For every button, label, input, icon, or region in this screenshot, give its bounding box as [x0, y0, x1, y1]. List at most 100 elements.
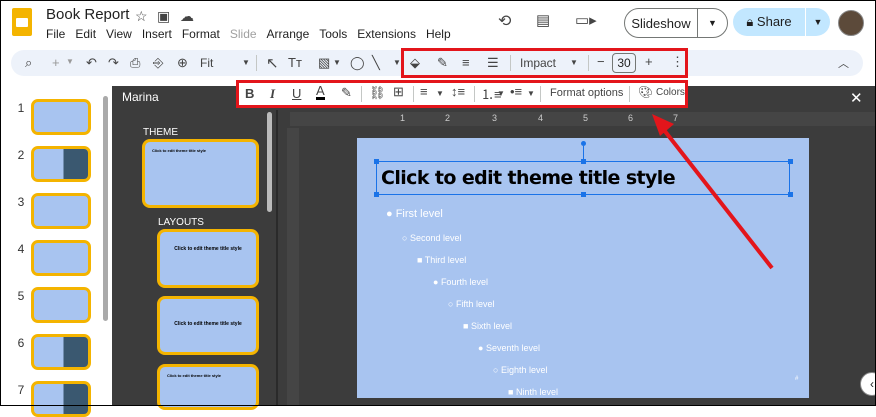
avatar[interactable]: [838, 10, 864, 36]
undo-icon[interactable]: ↶: [86, 55, 97, 71]
document-title[interactable]: Book Report: [46, 6, 129, 23]
new-slide-dropdown-icon[interactable]: ▼: [66, 57, 74, 66]
menu-file[interactable]: File: [46, 27, 65, 41]
decrease-font-size-icon[interactable]: −: [597, 54, 605, 69]
theme-master-thumbnail[interactable]: Click to edit theme title style: [142, 139, 259, 208]
slide-thumbnail[interactable]: [31, 240, 91, 276]
cloud-status-icon[interactable]: ☁: [180, 8, 194, 25]
slide-title[interactable]: Click to edit theme title style: [381, 167, 676, 189]
link-icon[interactable]: ⛓: [369, 85, 386, 101]
bullet-text: Ninth level: [515, 387, 558, 397]
image-icon[interactable]: ▧: [318, 55, 330, 71]
move-folder-icon[interactable]: ▣: [157, 8, 170, 25]
menu-slide[interactable]: Slide: [230, 27, 257, 41]
border-dash-icon[interactable]: ☰: [487, 55, 499, 71]
font-select[interactable]: Impact: [520, 56, 556, 70]
menu-arrange[interactable]: Arrange: [267, 27, 310, 41]
border-color-icon[interactable]: ✎: [437, 55, 448, 71]
slide-thumbnail[interactable]: [31, 334, 91, 370]
zoom-dropdown-icon[interactable]: ▼: [242, 58, 250, 67]
italic-icon[interactable]: I: [270, 86, 275, 102]
font-dropdown-icon[interactable]: ▼: [570, 58, 578, 67]
numbered-list-dropdown-icon[interactable]: ▼: [497, 89, 505, 98]
resize-handle[interactable]: [788, 192, 793, 197]
share-dropdown-icon[interactable]: ▼: [806, 17, 830, 27]
align-dropdown-icon[interactable]: ▼: [436, 89, 444, 98]
share-button[interactable]: 🔒︎ Share: [733, 14, 805, 30]
shape-icon[interactable]: ◯: [350, 55, 365, 71]
font-size-input[interactable]: 30: [612, 53, 636, 73]
star-icon[interactable]: ☆: [135, 8, 148, 25]
colors-button[interactable]: Colors: [656, 87, 685, 98]
slideshow-dropdown-icon[interactable]: ▼: [698, 18, 727, 28]
divider: [361, 86, 362, 102]
more-options-icon[interactable]: ⋮: [671, 54, 684, 70]
highlight-color-icon[interactable]: ✎: [341, 85, 352, 101]
rotate-line: [583, 146, 584, 160]
select-tool-icon[interactable]: ↖: [266, 54, 279, 72]
ruler-mark: 3: [492, 113, 498, 123]
menu-tools[interactable]: Tools: [319, 27, 347, 41]
search-menus-icon[interactable]: ⌕: [25, 55, 32, 71]
layout-thumbnail[interactable]: Click to edit theme title style: [157, 364, 259, 410]
layout-thumbnail[interactable]: Click to edit theme title style: [157, 229, 259, 288]
menu-view[interactable]: View: [106, 27, 132, 41]
layouts-scrollbar[interactable]: [267, 112, 272, 212]
text-box-icon[interactable]: Tт: [288, 55, 302, 70]
zoom-icon[interactable]: ⊕: [177, 55, 188, 71]
bullet-text: Third level: [424, 255, 467, 265]
divider: [588, 55, 589, 71]
slide-thumbnail[interactable]: [31, 146, 91, 182]
bulleted-list-icon[interactable]: •≡: [510, 84, 522, 99]
paint-format-icon[interactable]: ⎆: [153, 55, 163, 71]
slide-thumbnail[interactable]: [31, 287, 91, 323]
menu-edit[interactable]: Edit: [75, 27, 96, 41]
bold-icon[interactable]: B: [245, 86, 254, 101]
vertical-ruler[interactable]: [287, 128, 299, 406]
text-color-icon[interactable]: A: [316, 84, 325, 100]
resize-handle[interactable]: [788, 159, 793, 164]
slides-logo-icon[interactable]: [12, 8, 32, 36]
meet-icon[interactable]: ▭▸: [575, 11, 597, 29]
menu-help[interactable]: Help: [426, 27, 451, 41]
new-slide-icon[interactable]: +: [52, 55, 60, 70]
collapse-toolbar-icon[interactable]: ︿: [838, 55, 849, 71]
slide-number: 2: [17, 148, 25, 162]
align-icon[interactable]: ≡: [420, 84, 428, 99]
menu-extensions[interactable]: Extensions: [357, 27, 416, 41]
underline-icon[interactable]: U: [292, 86, 301, 101]
fill-color-icon[interactable]: ⬙: [410, 55, 420, 71]
menu-format[interactable]: Format: [182, 27, 220, 41]
line-dropdown-icon[interactable]: ▼: [393, 58, 401, 67]
close-icon[interactable]: ✕: [850, 89, 863, 107]
history-icon[interactable]: ⟲: [498, 11, 511, 31]
slideshow-button[interactable]: Slideshow: [625, 16, 697, 31]
increase-font-size-icon[interactable]: +: [645, 54, 653, 69]
filmstrip-scrollbar[interactable]: [103, 96, 108, 321]
divider: [256, 55, 257, 71]
format-options-button[interactable]: Format options: [550, 87, 623, 99]
line-spacing-icon[interactable]: ↕≡: [451, 84, 465, 99]
ruler-mark: 1: [400, 113, 406, 123]
ruler-mark: 2: [445, 113, 451, 123]
add-comment-icon[interactable]: ⊞: [393, 84, 404, 100]
resize-handle[interactable]: [374, 192, 379, 197]
palette-icon[interactable]: 🎨︎: [638, 85, 653, 99]
resize-handle[interactable]: [374, 159, 379, 164]
slide-thumbnail[interactable]: [31, 193, 91, 229]
comments-icon[interactable]: ▤: [536, 11, 550, 29]
line-icon[interactable]: ╲: [372, 55, 380, 71]
bulleted-list-dropdown-icon[interactable]: ▼: [527, 89, 535, 98]
redo-icon[interactable]: ↷: [108, 55, 119, 71]
layout-thumbnail[interactable]: Click to edit theme title style: [157, 296, 259, 355]
share-label: Share: [756, 14, 792, 29]
slide-thumbnail[interactable]: [31, 99, 91, 135]
bullet-text: Seventh level: [485, 343, 540, 353]
zoom-select[interactable]: Fit: [200, 56, 213, 70]
print-icon[interactable]: ⎙: [130, 55, 140, 71]
resize-handle[interactable]: [581, 192, 586, 197]
border-weight-icon[interactable]: ≡: [462, 55, 470, 70]
image-dropdown-icon[interactable]: ▼: [333, 58, 341, 67]
menu-insert[interactable]: Insert: [142, 27, 172, 41]
slide-thumbnail[interactable]: [31, 381, 91, 417]
